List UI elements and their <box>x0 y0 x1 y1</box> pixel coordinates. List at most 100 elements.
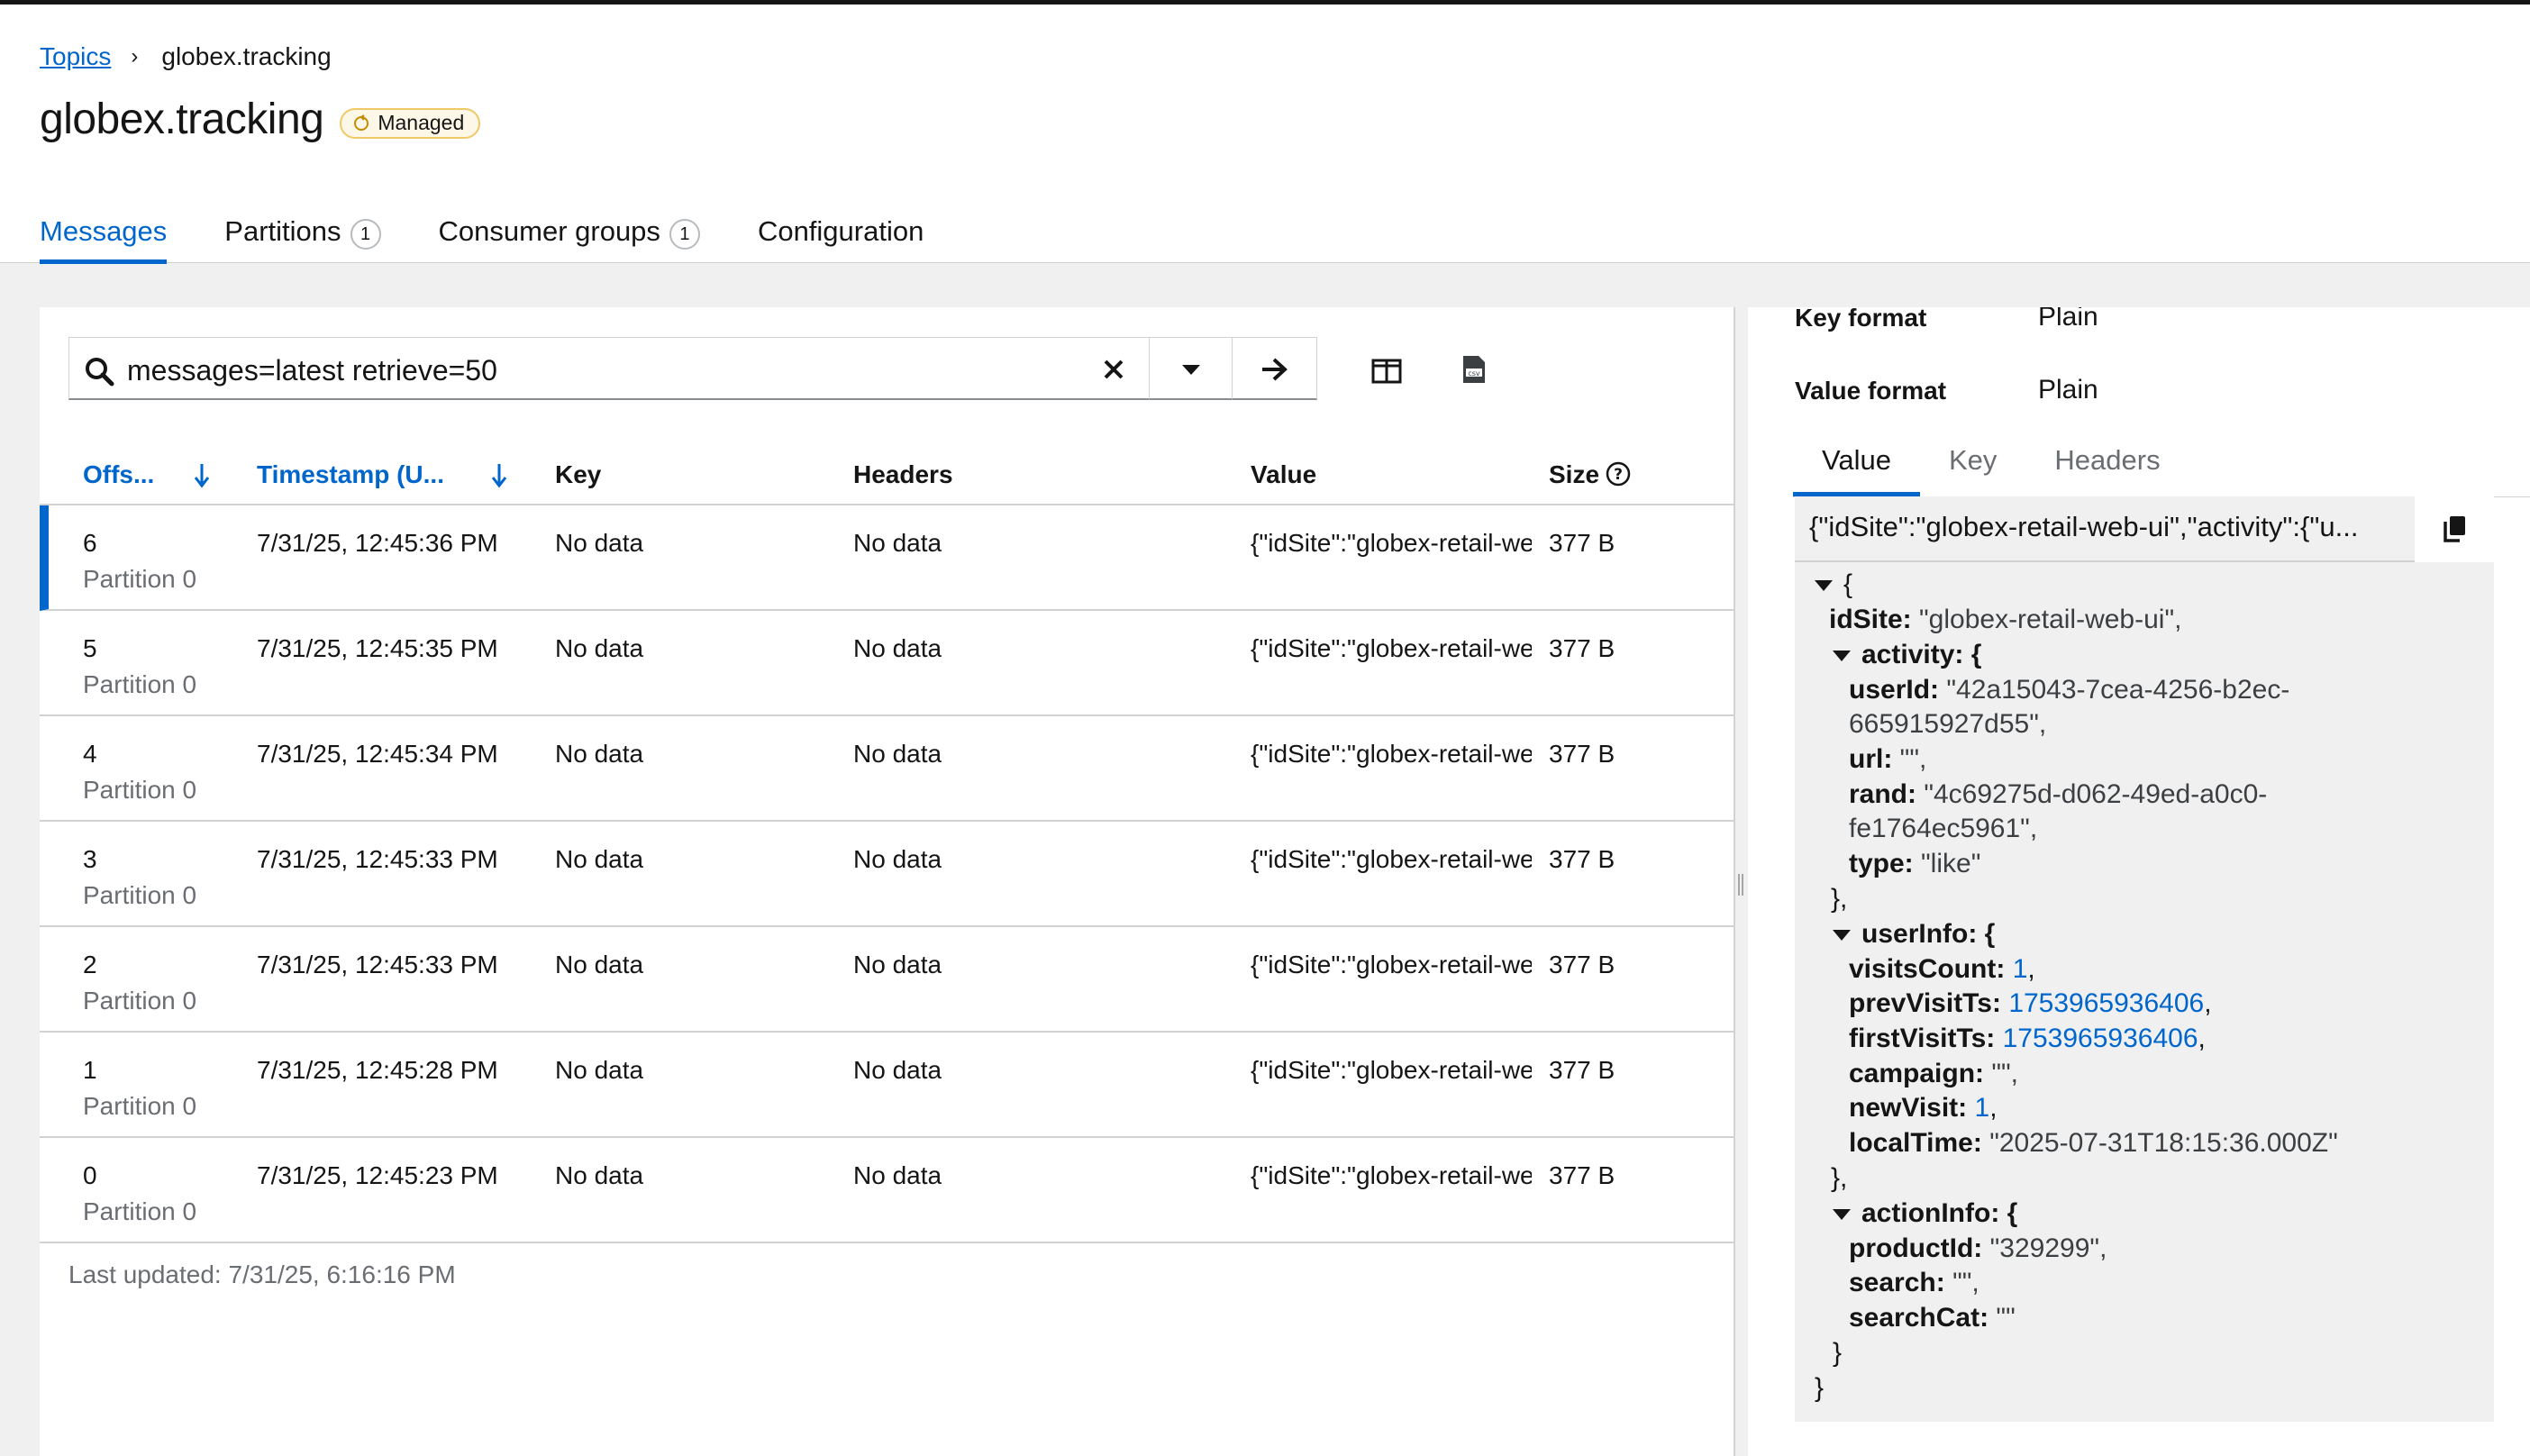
search-options-button[interactable] <box>1150 337 1233 400</box>
json-activity-open[interactable]: activity: { <box>1833 638 1981 672</box>
cell-partition: Partition 0 <box>83 565 197 593</box>
key-format-label: Key format <box>1795 307 1927 332</box>
details-tab-bar: Value Key Headers <box>1793 433 2530 497</box>
cell-key: No data <box>555 1056 644 1084</box>
caret-down-icon <box>1833 1209 1851 1221</box>
cell-value: {"idSite":"globex-retail-web-ui" <box>1251 529 1532 557</box>
messages-panel: messages=latest retrieve=50 csv Offs... … <box>40 307 1734 1456</box>
cell-headers: No data <box>853 740 942 768</box>
svg-text:?: ? <box>1614 466 1623 484</box>
cell-size: 377 B <box>1549 634 1615 662</box>
cell-offset: 3 <box>83 845 97 873</box>
value-format-value: Plain <box>2038 375 2098 405</box>
table-row[interactable]: 3 Partition 0 7/31/25, 12:45:33 PM No data N… <box>40 822 1734 927</box>
cell-key: No data <box>555 529 644 557</box>
cell-partition: Partition 0 <box>83 881 197 909</box>
cell-timestamp: 7/31/25, 12:45:35 PM <box>257 634 498 662</box>
cell-value: {"idSite":"globex-retail-web-ui" <box>1251 951 1532 978</box>
value-format-label: Value format <box>1795 377 1947 405</box>
chevron-right-icon: › <box>131 44 139 68</box>
cell-size: 377 B <box>1549 740 1615 768</box>
cell-key: No data <box>555 634 644 662</box>
cell-key: No data <box>555 951 644 978</box>
cell-timestamp: 7/31/25, 12:45:33 PM <box>257 845 498 873</box>
json-userinfo-close: }, <box>1831 1163 1848 1193</box>
search-submit-button[interactable] <box>1233 337 1317 400</box>
messages-toolbar: messages=latest retrieve=50 <box>68 337 1317 400</box>
csv-export-icon[interactable]: csv <box>1461 354 1487 385</box>
column-header-key: Key <box>555 460 602 488</box>
column-header-value: Value <box>1251 460 1317 488</box>
consumer-groups-count-badge: 1 <box>669 219 700 250</box>
close-icon[interactable] <box>1100 356 1127 383</box>
json-userinfo-open[interactable]: userInfo: { <box>1833 917 1995 951</box>
tab-key[interactable]: Key <box>1920 433 2025 496</box>
tab-headers[interactable]: Headers <box>2025 433 2189 496</box>
cell-size: 377 B <box>1549 951 1615 978</box>
json-actioninfo-open[interactable]: actionInfo: { <box>1833 1197 2017 1231</box>
table-row[interactable]: 5 Partition 0 7/31/25, 12:45:35 PM No data N… <box>40 611 1734 716</box>
tab-configuration[interactable]: Configuration <box>758 208 924 264</box>
column-header-size: Size <box>1549 460 1600 488</box>
cell-offset: 0 <box>83 1161 97 1189</box>
cell-partition: Partition 0 <box>83 670 197 698</box>
table-row[interactable]: 6 Partition 0 7/31/25, 12:45:36 PM No data N… <box>40 505 1734 611</box>
json-line-localtime: localTime: "2025-07-31T18:15:36.000Z" <box>1849 1128 2338 1158</box>
tab-value[interactable]: Value <box>1793 433 1920 496</box>
json-line-rand-cont: fe1764ec5961", <box>1849 814 2038 843</box>
search-query-text: messages=latest retrieve=50 <box>127 354 497 387</box>
search-input[interactable]: messages=latest retrieve=50 <box>68 337 1150 400</box>
sort-down-icon[interactable] <box>193 462 211 489</box>
caret-down-icon <box>1815 580 1833 592</box>
tab-partitions[interactable]: Partitions 1 <box>224 208 381 264</box>
cell-offset: 6 <box>83 529 97 557</box>
table-header-row: Offs... Timestamp (U... Key Headers Valu… <box>40 442 1734 505</box>
copy-button[interactable] <box>2415 496 2494 562</box>
cell-headers: No data <box>853 634 942 662</box>
cell-timestamp: 7/31/25, 12:45:34 PM <box>257 740 498 768</box>
table-row[interactable]: 2 Partition 0 7/31/25, 12:45:33 PM No data N… <box>40 927 1734 1033</box>
table-row[interactable]: 4 Partition 0 7/31/25, 12:45:34 PM No data N… <box>40 716 1734 822</box>
sync-icon <box>354 114 369 131</box>
caret-down-icon <box>1833 930 1851 942</box>
messages-table: Offs... Timestamp (U... Key Headers Valu… <box>40 442 1734 1243</box>
panel-divider <box>1734 307 1735 1456</box>
cell-partition: Partition 0 <box>83 1092 197 1120</box>
cell-value: {"idSite":"globex-retail-web-ui" <box>1251 740 1532 768</box>
drag-handle-icon[interactable] <box>1737 872 1744 897</box>
tab-bar: Messages Partitions 1 Consumer groups 1 … <box>40 208 981 264</box>
search-icon <box>86 358 114 387</box>
cell-value: {"idSite":"globex-retail-web-ui" <box>1251 1056 1532 1084</box>
breadcrumb-topics-link[interactable]: Topics <box>40 42 111 71</box>
cell-size: 377 B <box>1549 845 1615 873</box>
help-icon[interactable]: ? <box>1605 460 1632 487</box>
json-root-close: } <box>1815 1373 1825 1403</box>
json-line-prevvisitts: prevVisitTs: 1753965936406, <box>1849 988 2212 1018</box>
cell-partition: Partition 0 <box>83 776 197 804</box>
tab-partitions-label: Partitions <box>224 215 341 247</box>
caret-down-icon <box>1833 651 1851 662</box>
message-details-panel: Key format Plain Value format Plain Valu… <box>1748 307 2530 1456</box>
cell-value: {"idSite":"globex-retail-web-ui" <box>1251 845 1532 873</box>
json-root-open[interactable]: { <box>1815 568 1852 602</box>
managed-badge: Managed <box>340 107 481 139</box>
cell-partition: Partition 0 <box>83 1197 197 1225</box>
table-row[interactable]: 0 Partition 0 7/31/25, 12:45:23 PM No data N… <box>40 1138 1734 1243</box>
tab-messages[interactable]: Messages <box>40 208 168 264</box>
json-line-campaign: campaign: "", <box>1849 1059 2019 1088</box>
sort-down-icon[interactable] <box>490 462 508 489</box>
tab-messages-label: Messages <box>40 215 168 247</box>
cell-offset: 1 <box>83 1056 97 1084</box>
column-header-offset[interactable]: Offs... <box>83 460 154 489</box>
cell-partition: Partition 0 <box>83 987 197 1015</box>
tab-consumer-groups[interactable]: Consumer groups 1 <box>439 208 700 264</box>
columns-icon[interactable] <box>1371 359 1402 384</box>
cell-timestamp: 7/31/25, 12:45:23 PM <box>257 1161 498 1189</box>
column-header-timestamp[interactable]: Timestamp (U... <box>257 460 444 489</box>
managed-badge-label: Managed <box>378 111 465 134</box>
svg-text:csv: csv <box>1468 369 1480 378</box>
cell-headers: No data <box>853 951 942 978</box>
table-row[interactable]: 1 Partition 0 7/31/25, 12:45:28 PM No data N… <box>40 1033 1734 1138</box>
json-line-type: type: "like" <box>1849 849 1981 878</box>
page-header: Topics › globex.tracking globex.tracking… <box>0 5 2530 264</box>
